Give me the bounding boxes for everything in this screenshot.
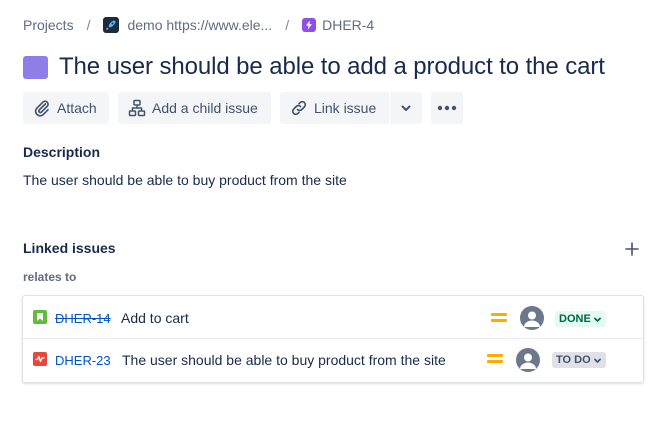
link-issue-split-button: Link issue — [280, 91, 422, 124]
breadcrumb-separator: / — [285, 17, 290, 33]
link-issue-dropdown-button[interactable] — [390, 91, 422, 124]
attach-button[interactable]: Attach — [23, 91, 109, 124]
description-heading: Description — [23, 144, 101, 160]
more-actions-button[interactable] — [431, 91, 463, 124]
paperclip-icon — [34, 99, 49, 117]
plus-icon — [625, 242, 639, 256]
status-label: DONE — [559, 313, 591, 325]
issue-header: The user should be able to add a product… — [23, 53, 605, 81]
priority-medium-icon — [487, 354, 503, 366]
more-icon — [437, 105, 457, 110]
linked-issue-summary[interactable]: Add to cart — [121, 310, 189, 326]
relation-type-label: relates to — [23, 270, 77, 284]
linked-issue-key[interactable]: DHER-23 — [55, 353, 111, 368]
linked-issues-list: DHER-14 Add to cart DONE DHER-23 The use… — [22, 295, 644, 383]
add-child-issue-button[interactable]: Add a child issue — [118, 91, 271, 124]
issue-type-icon[interactable] — [23, 55, 48, 79]
issue-toolbar: Attach Add a child issue Link issue — [23, 91, 463, 124]
description-text[interactable]: The user should be able to buy product f… — [23, 172, 347, 188]
chevron-down-icon — [593, 317, 601, 322]
story-icon — [33, 310, 47, 324]
chevron-down-icon — [593, 358, 601, 363]
linked-issue-row[interactable]: DHER-14 Add to cart DONE — [23, 296, 643, 339]
link-issue-label: Link issue — [314, 99, 377, 116]
priority-medium-icon — [491, 313, 507, 325]
link-issue-button[interactable]: Link issue — [280, 91, 389, 124]
breadcrumb-issue[interactable]: DHER-4 — [302, 17, 374, 33]
status-badge[interactable]: DONE — [555, 311, 606, 327]
linked-issues-heading: Linked issues — [23, 240, 116, 256]
breadcrumb-issue-key: DHER-4 — [322, 17, 375, 33]
child-issue-icon — [128, 99, 146, 116]
breadcrumb-project[interactable]: demo https://www.ele... — [103, 17, 272, 33]
add-child-issue-label: Add a child issue — [152, 99, 258, 116]
assignee-avatar[interactable] — [520, 306, 544, 330]
breadcrumb-project-label: demo https://www.ele... — [127, 17, 273, 33]
linked-issue-summary[interactable]: The user should be able to buy product f… — [122, 352, 446, 368]
linked-issue-key[interactable]: DHER-14 — [55, 311, 111, 326]
add-linked-issue-button[interactable] — [622, 239, 642, 259]
breadcrumb: Projects / demo https://www.ele... / DHE… — [23, 14, 374, 36]
breadcrumb-projects[interactable]: Projects — [23, 17, 74, 33]
linked-issue-row[interactable]: DHER-23 The user should be able to buy p… — [23, 339, 643, 382]
attach-label: Attach — [57, 99, 97, 116]
bug-icon — [33, 352, 47, 366]
status-label: TO DO — [556, 354, 591, 366]
status-badge[interactable]: TO DO — [552, 352, 606, 368]
chevron-down-icon — [401, 105, 411, 111]
epic-icon — [302, 18, 317, 32]
issue-title[interactable]: The user should be able to add a product… — [59, 53, 605, 81]
rocket-icon — [103, 17, 120, 33]
breadcrumb-separator: / — [86, 17, 91, 33]
link-icon — [291, 100, 307, 115]
assignee-avatar[interactable] — [516, 348, 540, 372]
